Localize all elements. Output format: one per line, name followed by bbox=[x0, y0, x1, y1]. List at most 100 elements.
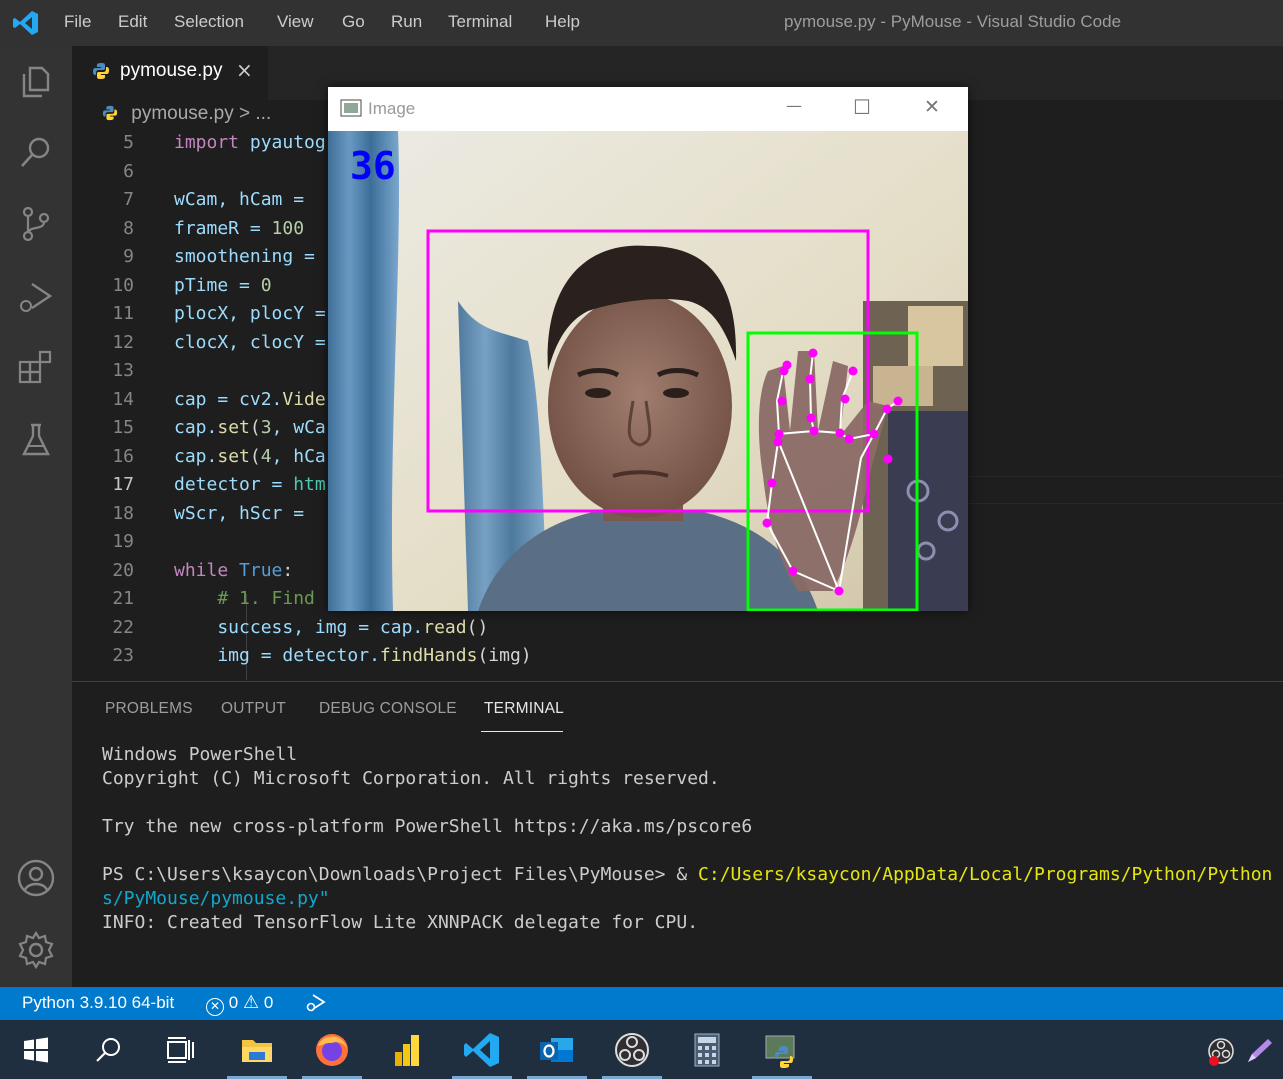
search-icon[interactable] bbox=[16, 132, 56, 172]
code-line: frameR = 100 bbox=[174, 218, 305, 239]
menu-go[interactable]: Go bbox=[342, 12, 365, 32]
calculator-icon[interactable] bbox=[687, 1030, 727, 1070]
breadcrumb[interactable]: pymouse.py > ... bbox=[102, 103, 271, 127]
code-comment: # 1. Find bbox=[174, 588, 315, 609]
code-line: cap = cv2.Vide bbox=[174, 389, 326, 410]
python-idle-icon[interactable] bbox=[762, 1030, 802, 1070]
settings-gear-icon[interactable] bbox=[16, 930, 56, 970]
tab-debug-console[interactable]: DEBUG CONSOLE bbox=[319, 700, 457, 718]
line-number: 5 bbox=[123, 132, 134, 153]
active-tab-indicator bbox=[481, 731, 563, 732]
menu-help[interactable]: Help bbox=[545, 12, 580, 32]
warning-icon: ⚠ bbox=[242, 992, 260, 1012]
file-explorer-icon[interactable] bbox=[237, 1030, 277, 1070]
code-line: cap.set(3, wCa bbox=[174, 417, 326, 438]
account-icon[interactable] bbox=[16, 858, 56, 898]
line-number: 15 bbox=[112, 417, 134, 438]
line-number: 12 bbox=[112, 332, 134, 353]
obs-icon[interactable] bbox=[612, 1030, 652, 1070]
line-number: 7 bbox=[123, 189, 134, 210]
extensions-icon[interactable] bbox=[16, 348, 56, 388]
minimize-button[interactable]: — bbox=[786, 96, 802, 115]
line-number: 8 bbox=[123, 218, 134, 239]
explorer-icon[interactable] bbox=[16, 60, 56, 100]
windows-start-icon[interactable] bbox=[16, 1030, 56, 1070]
python-file-icon bbox=[102, 103, 123, 124]
line-number: 13 bbox=[112, 360, 134, 381]
maximize-button[interactable]: ☐ bbox=[853, 95, 871, 119]
firefox-icon[interactable] bbox=[312, 1030, 352, 1070]
tab-label: pymouse.py bbox=[120, 60, 223, 81]
line-number: 20 bbox=[112, 560, 134, 581]
tab-terminal[interactable]: TERMINAL bbox=[484, 700, 564, 718]
live-share-icon[interactable] bbox=[305, 991, 327, 1018]
menu-terminal[interactable]: Terminal bbox=[448, 12, 512, 32]
line-number: 14 bbox=[112, 389, 134, 410]
error-count: 0 bbox=[228, 993, 239, 1012]
tab-close-icon[interactable]: × bbox=[236, 58, 253, 82]
line-number: 6 bbox=[123, 161, 134, 182]
line-number: 9 bbox=[123, 246, 134, 267]
run-debug-icon[interactable] bbox=[16, 276, 56, 316]
error-icon: ✕ bbox=[206, 998, 224, 1016]
line-number: 18 bbox=[112, 503, 134, 524]
menu-edit[interactable]: Edit bbox=[118, 12, 147, 32]
code-line: import pyautog bbox=[174, 132, 326, 153]
menu-file[interactable]: File bbox=[64, 12, 91, 32]
fps-counter: 36 bbox=[350, 144, 396, 188]
vscode-logo-icon bbox=[12, 9, 40, 37]
code-line: pTime = 0 bbox=[174, 275, 272, 296]
terminal-line: Copyright (C) Microsoft Corporation. All… bbox=[102, 768, 720, 789]
code-line: while True: bbox=[174, 560, 294, 581]
terminal-line: PS C:\Users\ksaycon\Downloads\Project Fi… bbox=[102, 864, 1273, 885]
code-line: plocX, plocY = bbox=[174, 303, 337, 324]
line-number: 10 bbox=[112, 275, 134, 296]
code-line: wScr, hScr = bbox=[174, 503, 315, 524]
menu-view[interactable]: View bbox=[277, 12, 314, 32]
close-button[interactable]: ✕ bbox=[924, 96, 940, 118]
line-number: 11 bbox=[112, 303, 134, 324]
window-title: Image bbox=[368, 99, 416, 118]
code-line: wCam, hCam = bbox=[174, 189, 315, 210]
webcam-frame: 36 bbox=[328, 131, 968, 611]
tab-output[interactable]: OUTPUT bbox=[221, 700, 286, 718]
obs-tray-icon[interactable] bbox=[1204, 1034, 1238, 1068]
line-number: 21 bbox=[112, 588, 134, 609]
line-number: 22 bbox=[112, 617, 134, 638]
window-title: pymouse.py - PyMouse - Visual Studio Cod… bbox=[784, 12, 1122, 31]
breadcrumb-file[interactable]: pymouse.py bbox=[131, 103, 233, 124]
code-line: clocX, clocY = bbox=[174, 332, 337, 353]
line-number: 17 bbox=[112, 474, 134, 495]
line-number: 19 bbox=[112, 531, 134, 552]
status-bar: Python 3.9.10 64-bit ✕ 0 ⚠ 0 bbox=[0, 987, 1283, 1020]
menu-selection[interactable]: Selection bbox=[174, 12, 244, 32]
window-app-icon bbox=[340, 99, 362, 121]
terminal-output[interactable]: Windows PowerShell Copyright (C) Microso… bbox=[102, 744, 1272, 933]
line-number: 23 bbox=[112, 645, 134, 666]
warning-count: 0 bbox=[263, 993, 274, 1012]
testing-icon[interactable] bbox=[16, 420, 56, 460]
menu-run[interactable]: Run bbox=[391, 12, 422, 32]
task-view-icon[interactable] bbox=[160, 1030, 200, 1070]
tab-problems[interactable]: PROBLEMS bbox=[105, 700, 193, 718]
pen-tray-icon[interactable] bbox=[1242, 1034, 1276, 1068]
activity-bar bbox=[0, 46, 72, 987]
power-bi-icon[interactable] bbox=[387, 1030, 427, 1070]
python-interpreter[interactable]: Python 3.9.10 64-bit bbox=[22, 993, 174, 1013]
code-line: smoothening = bbox=[174, 246, 326, 267]
breadcrumb-symbols[interactable]: > ... bbox=[234, 103, 271, 124]
outlook-icon[interactable] bbox=[537, 1030, 577, 1070]
problems-status[interactable]: ✕ 0 ⚠ 0 bbox=[206, 992, 273, 1016]
terminal-line: Try the new cross-platform PowerShell ht… bbox=[102, 816, 753, 837]
terminal-line: Windows PowerShell bbox=[102, 744, 298, 765]
vscode-icon[interactable] bbox=[462, 1030, 502, 1070]
terminal-line: s/PyMouse/pymouse.py" bbox=[102, 888, 330, 909]
code-line: img = detector.findHands(img) bbox=[174, 645, 532, 666]
search-icon[interactable] bbox=[88, 1030, 128, 1070]
line-number: 16 bbox=[112, 446, 134, 467]
source-control-icon[interactable] bbox=[16, 204, 56, 244]
terminal-line: INFO: Created TensorFlow Lite XNNPACK de… bbox=[102, 912, 699, 933]
code-line: cap.set(4, hCa bbox=[174, 446, 326, 467]
code-line: success, img = cap.read() bbox=[174, 617, 489, 638]
code-line: detector = htm bbox=[174, 474, 326, 495]
